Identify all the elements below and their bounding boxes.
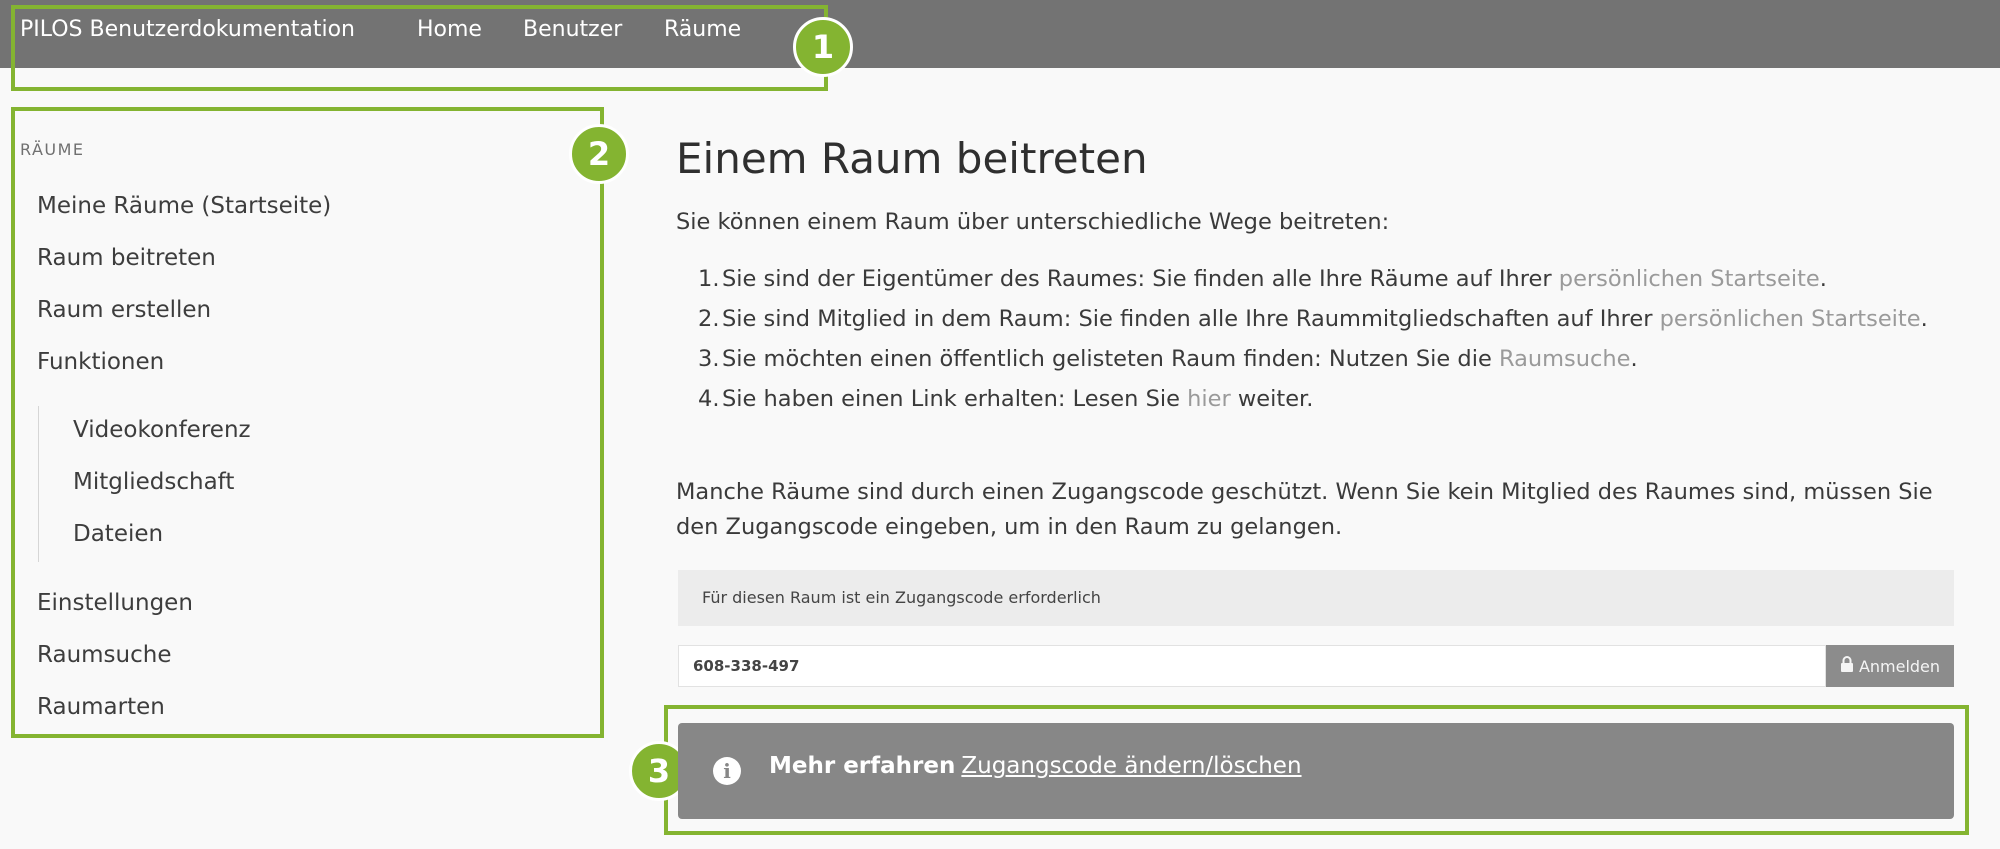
access-code-header: Für diesen Raum ist ein Zugangscode erfo… bbox=[678, 570, 1954, 626]
access-code-input[interactable] bbox=[678, 645, 1826, 687]
login-button[interactable]: Anmelden bbox=[1826, 645, 1954, 687]
annotation-frame-navbar bbox=[11, 5, 828, 91]
access-code-paragraph: Manche Räume sind durch einen Zugangscod… bbox=[676, 479, 1933, 540]
sidebar-item-funktionen[interactable]: Funktionen bbox=[37, 347, 164, 377]
intro-text: Sie können einem Raum über unterschiedli… bbox=[676, 209, 1390, 235]
sidebar-section-title: RÄUME bbox=[20, 140, 85, 159]
sidebar-item-videokonferenz[interactable]: Videokonferenz bbox=[73, 415, 251, 445]
info-icon: i bbox=[713, 757, 741, 785]
link-zugangscode-aendern[interactable]: Zugangscode ändern/löschen bbox=[961, 753, 1301, 779]
link-raumsuche[interactable]: Raumsuche bbox=[1499, 346, 1631, 372]
lock-icon bbox=[1840, 656, 1854, 676]
login-button-label: Anmelden bbox=[1858, 656, 1941, 676]
access-code-header-text: Für diesen Raum ist ein Zugangscode erfo… bbox=[702, 588, 1101, 607]
join-ways-list: 1. Sie sind der Eigentümer des Raumes: Si… bbox=[676, 262, 1956, 422]
sidebar-item-einstellungen[interactable]: Einstellungen bbox=[37, 588, 193, 618]
list-item: 4. Sie haben einen Link erhalten: Lesen S… bbox=[698, 386, 1314, 412]
sidebar-item-raumarten[interactable]: Raumarten bbox=[37, 692, 165, 722]
sidebar-item-meine-raeume[interactable]: Meine Räume (Startseite) bbox=[37, 191, 331, 221]
sidebar-subnav-divider bbox=[38, 406, 39, 562]
info-box: i Mehr erfahren Zugangscode ändern/lösche… bbox=[678, 723, 1954, 819]
sidebar-item-mitgliedschaft[interactable]: Mitgliedschaft bbox=[73, 467, 234, 497]
sidebar-item-raum-erstellen[interactable]: Raum erstellen bbox=[37, 295, 211, 325]
info-bold-label: Mehr erfahren bbox=[769, 753, 956, 779]
sidebar-item-raumsuche[interactable]: Raumsuche bbox=[37, 640, 172, 670]
sidebar-item-dateien[interactable]: Dateien bbox=[73, 519, 163, 549]
list-item: 2. Sie sind Mitglied in dem Raum: Sie fin… bbox=[698, 306, 1928, 332]
list-item: 3. Sie möchten einen öffentlich gelistete… bbox=[698, 346, 1638, 372]
link-persoenliche-startseite[interactable]: persönlichen Startseite bbox=[1559, 266, 1820, 292]
annotation-badge-2: 2 bbox=[569, 124, 629, 184]
page-title: Einem Raum beitreten bbox=[676, 134, 1148, 183]
annotation-badge-1: 1 bbox=[793, 17, 853, 77]
list-item: 1. Sie sind der Eigentümer des Raumes: Si… bbox=[698, 266, 1827, 292]
sidebar-item-raum-beitreten[interactable]: Raum beitreten bbox=[37, 243, 216, 273]
link-hier[interactable]: hier bbox=[1187, 386, 1231, 412]
info-text: Mehr erfahren Zugangscode ändern/löschen bbox=[769, 753, 1302, 779]
link-persoenliche-startseite[interactable]: persönlichen Startseite bbox=[1660, 306, 1921, 332]
